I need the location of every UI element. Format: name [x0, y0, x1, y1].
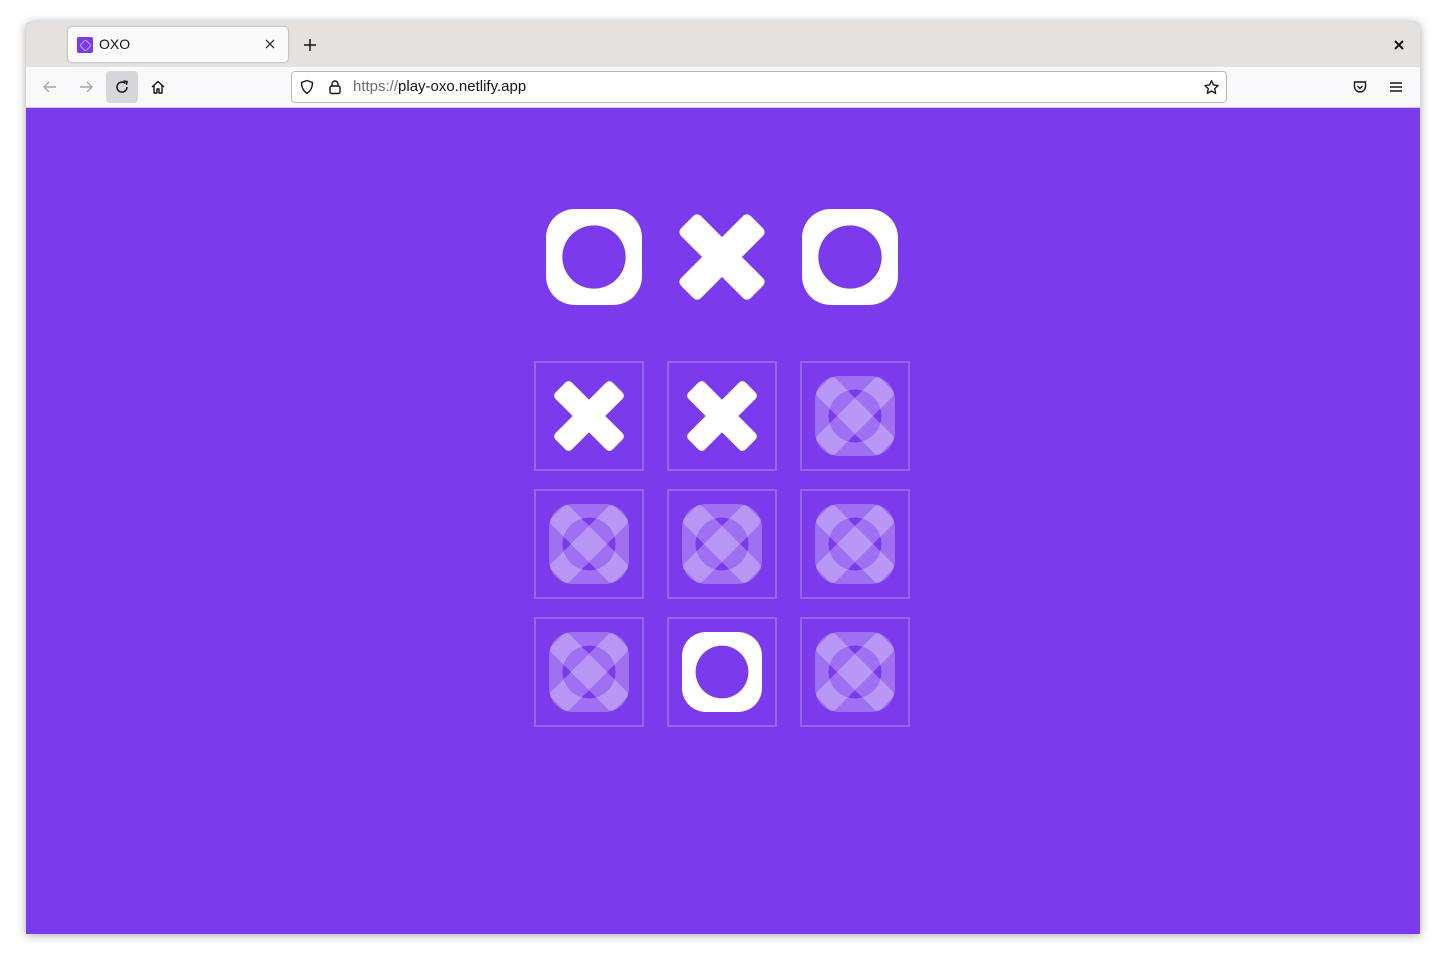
reload-icon[interactable]	[106, 71, 138, 103]
board-cell-2-0[interactable]	[534, 617, 644, 727]
empty-cell-placeholder-icon	[549, 632, 629, 712]
board-cell-1-0[interactable]	[534, 489, 644, 599]
board-cell-2-1[interactable]	[667, 617, 777, 727]
tab-title: OXO	[99, 36, 131, 52]
url-bar[interactable]: https://play-oxo.netlify.app	[291, 71, 1227, 103]
shield-icon[interactable]	[298, 78, 316, 96]
page-content	[26, 108, 1420, 934]
window-close-icon[interactable]	[1388, 34, 1410, 56]
x-mark-icon	[686, 380, 766, 460]
logo-o-icon	[546, 209, 642, 305]
navigation-bar: https://play-oxo.netlify.app	[26, 67, 1420, 108]
url-scheme: https://	[353, 78, 399, 95]
back-arrow-icon[interactable]	[34, 71, 66, 103]
board-cell-0-1[interactable]	[667, 361, 777, 471]
lock-icon[interactable]	[326, 78, 344, 96]
board-cell-1-1[interactable]	[667, 489, 777, 599]
empty-cell-placeholder-icon	[549, 504, 629, 584]
tab-bar: OXO	[26, 22, 1420, 67]
browser-window: OXO https://play-oxo.netlify.app	[26, 22, 1420, 934]
board-cell-2-2[interactable]	[800, 617, 910, 727]
empty-cell-placeholder-icon	[815, 376, 895, 456]
logo-o-icon	[802, 209, 898, 305]
bookmark-star-icon[interactable]	[1202, 78, 1220, 96]
url-text[interactable]: https://play-oxo.netlify.app	[353, 78, 526, 95]
empty-cell-placeholder-icon	[682, 504, 762, 584]
x-mark-icon	[553, 380, 633, 460]
empty-cell-placeholder-icon	[815, 632, 895, 712]
new-tab-plus-icon[interactable]	[298, 34, 322, 56]
close-tab-icon[interactable]	[259, 33, 281, 55]
hamburger-menu-icon[interactable]	[1380, 71, 1412, 103]
board-cell-0-2[interactable]	[800, 361, 910, 471]
oxo-favicon-icon	[77, 37, 93, 53]
pocket-icon[interactable]	[1344, 71, 1376, 103]
forward-arrow-icon[interactable]	[70, 71, 102, 103]
board-cell-0-0[interactable]	[534, 361, 644, 471]
url-host: play-oxo.netlify.app	[398, 78, 527, 95]
board-cell-1-2[interactable]	[800, 489, 910, 599]
home-icon[interactable]	[142, 71, 174, 103]
tab-oxo[interactable]: OXO	[68, 27, 288, 62]
o-mark-icon	[682, 632, 762, 712]
logo-x-icon	[678, 213, 766, 301]
empty-cell-placeholder-icon	[815, 504, 895, 584]
